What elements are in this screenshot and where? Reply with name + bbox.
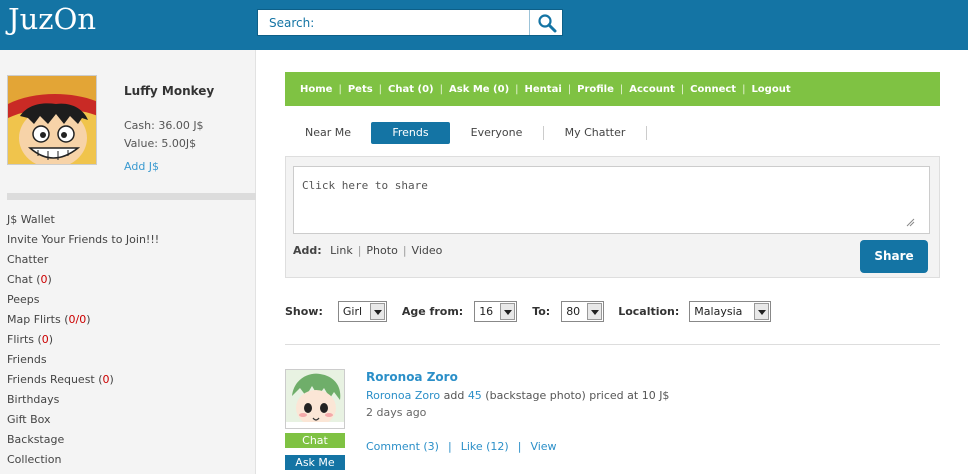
- nav-connect[interactable]: Connect: [690, 84, 736, 95]
- nav-hentai[interactable]: Hentai: [525, 84, 562, 95]
- search-icon: [538, 14, 557, 33]
- nav-pets[interactable]: Pets: [348, 84, 373, 95]
- tab-near-me[interactable]: Near Me: [285, 122, 371, 144]
- nav-profile[interactable]: Profile: [577, 84, 614, 95]
- profile-avatar[interactable]: [7, 75, 97, 165]
- site-logo[interactable]: JuzOn: [8, 2, 96, 36]
- location-select[interactable]: Malaysia: [689, 301, 772, 322]
- main-nav: Home | Pets | Chat (0) | Ask Me (0) | Hentai…: [285, 72, 940, 106]
- nav-chat[interactable]: Chat (0): [388, 84, 434, 95]
- like-link[interactable]: Like (12): [461, 440, 509, 453]
- feed-count-link[interactable]: 45: [468, 389, 482, 402]
- tab-my-chatter[interactable]: My Chatter: [544, 122, 646, 144]
- share-textarea[interactable]: Click here to share: [293, 166, 930, 234]
- friends-request-count: 0: [102, 373, 110, 386]
- profile-value: Value: 5.00J$: [124, 137, 197, 150]
- sidebar-item-collection[interactable]: Collection: [7, 453, 159, 473]
- sidebar-item-chat[interactable]: Chat (0): [7, 273, 159, 293]
- chat-count: 0: [40, 273, 48, 286]
- search-button[interactable]: [529, 10, 562, 35]
- feed-timestamp: 2 days ago: [366, 406, 427, 419]
- left-sidebar: Luffy Monkey Cash: 36.00 J$ Value: 5.00J…: [0, 50, 256, 474]
- sidebar-item-friends-request[interactable]: Friends Request (0): [7, 373, 159, 393]
- nav-home[interactable]: Home: [300, 84, 332, 95]
- top-header: JuzOn Search:: [0, 0, 968, 50]
- tab-everyone[interactable]: Everyone: [450, 122, 543, 144]
- feed-chat-button[interactable]: Chat: [285, 433, 345, 448]
- tab-separator: [646, 126, 647, 140]
- sidebar-item-peeps[interactable]: Peeps: [7, 293, 159, 313]
- age-to-label: To:: [532, 305, 551, 318]
- feed-divider: [285, 344, 940, 345]
- add-link[interactable]: Link: [325, 244, 353, 257]
- feed-user-avatar[interactable]: [285, 369, 345, 429]
- sidebar-item-chatter[interactable]: Chatter: [7, 253, 159, 273]
- feed-actor-link[interactable]: Roronoa Zoro: [366, 389, 440, 402]
- show-label: Show:: [285, 305, 323, 318]
- share-panel: Click here to share Add: Link | Photo | Vide…: [285, 156, 940, 278]
- add-js-link[interactable]: Add J$: [124, 160, 159, 173]
- sidebar-divider: [7, 193, 256, 200]
- location-label: Localtion:: [618, 305, 680, 318]
- feed-askme-button[interactable]: Ask Me: [285, 455, 345, 470]
- sidebar-item-map-flirts[interactable]: Map Flirts (0/0): [7, 313, 159, 333]
- profile-name[interactable]: Luffy Monkey: [124, 84, 214, 98]
- sidebar-menu: J$ Wallet Invite Your Friends to Join!!!…: [7, 213, 159, 473]
- comment-link[interactable]: Comment (3): [366, 440, 439, 453]
- age-from-select[interactable]: 16: [474, 301, 518, 322]
- flirts-count: 0: [41, 333, 49, 346]
- add-label: Add:: [293, 244, 322, 257]
- resize-grip-icon[interactable]: [905, 217, 915, 227]
- share-button[interactable]: Share: [860, 240, 928, 273]
- age-to-select[interactable]: 80: [561, 301, 605, 322]
- nav-ask-me[interactable]: Ask Me (0): [449, 84, 509, 95]
- chevron-down-icon: [500, 303, 516, 320]
- chevron-down-icon: [369, 303, 385, 320]
- search-box[interactable]: Search:: [257, 9, 563, 36]
- luffy-avatar-image: [8, 76, 96, 164]
- zoro-avatar-image: [286, 370, 344, 428]
- sidebar-item-backstage[interactable]: Backstage: [7, 433, 159, 453]
- profile-cash: Cash: 36.00 J$: [124, 119, 204, 132]
- nav-account[interactable]: Account: [629, 84, 674, 95]
- sidebar-item-wallet[interactable]: J$ Wallet: [7, 213, 159, 233]
- feed-action-text: Roronoa Zoro add 45 (backstage photo) pr…: [366, 389, 670, 402]
- sidebar-item-birthdays[interactable]: Birthdays: [7, 393, 159, 413]
- chevron-down-icon: [754, 303, 770, 320]
- search-input-label[interactable]: Search:: [269, 16, 314, 30]
- nav-logout[interactable]: Logout: [751, 84, 790, 95]
- sidebar-item-flirts[interactable]: Flirts (0): [7, 333, 159, 353]
- sidebar-item-friends[interactable]: Friends: [7, 353, 159, 373]
- add-photo[interactable]: Photo: [366, 244, 397, 257]
- feed-filters: Show: Girl Age from: 16 To: 80 Localtion…: [285, 301, 772, 322]
- add-video[interactable]: Video: [412, 244, 443, 257]
- chevron-down-icon: [587, 303, 603, 320]
- feed-actions: Comment (3) | Like (12) | View: [366, 440, 557, 453]
- view-link[interactable]: View: [530, 440, 556, 453]
- map-flirts-count: 0/0: [68, 313, 87, 326]
- feed-tabs: Near Me Frends Everyone My Chatter: [285, 122, 647, 144]
- share-add-row: Add: Link | Photo | Video: [293, 244, 443, 257]
- sidebar-item-gift-box[interactable]: Gift Box: [7, 413, 159, 433]
- feed-user-name[interactable]: Roronoa Zoro: [366, 370, 458, 384]
- age-from-label: Age from:: [401, 305, 464, 318]
- sidebar-item-invite[interactable]: Invite Your Friends to Join!!!: [7, 233, 159, 253]
- show-select[interactable]: Girl: [337, 301, 387, 322]
- tab-frends[interactable]: Frends: [371, 122, 450, 144]
